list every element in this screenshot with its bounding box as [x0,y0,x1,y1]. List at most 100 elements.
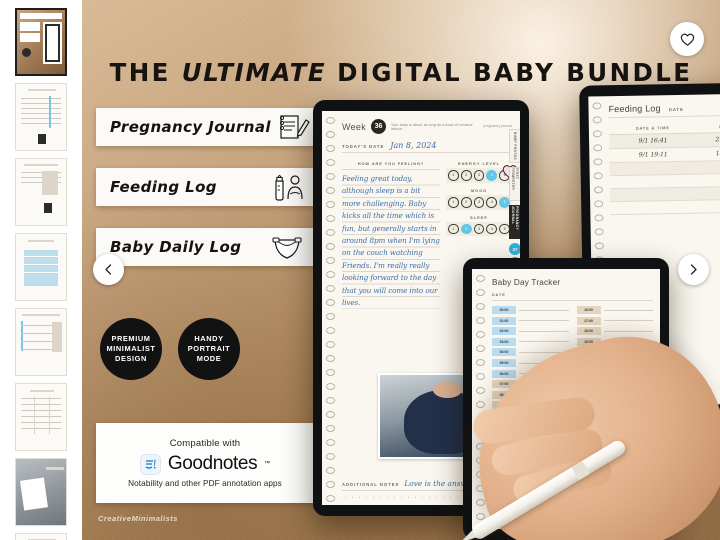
side-tab-bump-photos[interactable]: BUMP PHOTOS [509,129,520,163]
cell-left: 15 min [697,146,720,162]
cell-datetime: 9/1 19:11 [609,147,698,163]
side-tab-label: FIRST TRIMESTER [511,168,519,191]
time-chip: 17:00 [576,316,601,325]
feeding-table: DATE & TIME LEFT 9/1 16:41 21 min 9/1 19… [608,121,720,216]
feature-feeding-log: Feeding Log [96,168,314,206]
rating-option[interactable]: 4 [486,196,498,208]
date-row: TODAY'S DATE Jan 8, 2024 [342,141,512,153]
rating-option[interactable]: 4 [486,223,498,235]
time-row[interactable]: 02:00 [492,327,569,336]
side-tab-pregnancy-journal[interactable]: PREGNANCY JOURNAL [509,205,520,239]
cell-left [697,160,720,175]
cell-left [698,199,720,214]
rating-option[interactable]: 3 [473,170,485,181]
thumbnail-4[interactable] [15,308,67,376]
time-row[interactable]: 16:00 [576,306,653,314]
additional-notes-label: ADDITIONAL NOTES [342,482,400,487]
wishlist-button[interactable] [670,22,704,56]
side-tab-label: BUMP PHOTOS [513,131,517,160]
feature-label: Feeding Log [110,178,217,196]
time-row[interactable]: 03:00 [492,337,569,346]
thumbnail-1[interactable] [15,83,67,151]
goodnotes-logo: Goodnotes ™ [139,453,271,475]
time-row[interactable]: 18:00 [576,327,653,336]
thumbnail-filmstrip[interactable] [0,0,82,540]
feature-baby-daily-log: Baby Daily Log [96,228,314,266]
journal-entry-text[interactable]: Feeling great today, although sleep is a… [342,173,440,310]
date-label: TODAY'S DATE [342,144,385,149]
compatible-with-label: Compatible with [169,438,241,449]
week-note: Your baby is about as long as a head of … [391,122,473,131]
chevron-left-icon [105,264,112,275]
product-gallery: THE ULTIMATE DIGITAL BABY BUNDLE Pregnan… [0,0,720,540]
thumbnail-6[interactable] [15,458,67,526]
time-row[interactable]: 17:00 [576,316,653,325]
date-value[interactable]: Jan 8, 2024 [390,141,436,150]
badge-line: DESIGN [115,354,147,364]
journal-side-tabs[interactable]: BUMP PHOTOS FIRST TRIMESTER PREGNANCY JO… [509,129,520,271]
badge-line: MINIMALIST [106,343,156,353]
previous-image-button[interactable] [93,254,124,285]
badge-line: PORTRAIT [187,343,231,353]
rating-option[interactable]: 3 [473,196,485,208]
thumbnail-7[interactable] [15,533,67,540]
badge-line: MODE [196,354,222,364]
rating-option[interactable]: 2 [460,196,472,208]
time-chip: 16:00 [576,306,601,314]
spiral-rings [326,117,335,502]
time-chip: 05:00 [492,358,516,367]
tracker-date-label: DATE [492,293,653,301]
feeding-date-label: DATE [668,106,684,113]
page-title: THE ULTIMATE DIGITAL BABY BUNDLE [82,58,720,87]
heart-icon [680,33,694,46]
tracker-title: Baby Day Tracker [492,278,561,287]
cell-left: 21 min [696,132,720,148]
rating-option-selected[interactable]: 4 [486,170,498,181]
thumbnail-0[interactable] [15,8,67,76]
badge-line: HANDY [194,333,224,343]
goodnotes-wordmark: Goodnotes [167,453,258,474]
feeding-title-row: Feeding Log DATE [608,101,720,119]
rating-option[interactable]: 1 [448,196,459,208]
headline-emphasis: ULTIMATE [181,58,327,87]
next-image-button[interactable] [678,254,709,285]
week-label: Week [342,121,367,132]
week-number: 36 [371,119,387,134]
shop-watermark: CreativeMinimalists [98,514,178,523]
time-row[interactable]: 01:00 [492,316,569,325]
time-chip: 04:00 [492,348,516,357]
rating-option[interactable]: 1 [448,223,459,235]
badge-handy-portrait-mode: HANDY PORTRAIT MODE [178,318,240,380]
thumbnail-5[interactable] [15,383,67,451]
compatibility-card: Compatible with Goodnotes ™ Notability a… [96,423,314,503]
rating-mood: MOOD 1 2 3 4 5 [446,188,512,210]
rating-option[interactable]: 2 [460,170,472,181]
week-row: Week 36 Your baby is about as long as a … [342,119,512,134]
rating-option[interactable]: 3 [473,223,485,235]
baby-bottle-icon [275,174,303,201]
table-row[interactable] [610,199,720,215]
goodnotes-icon [139,453,161,475]
rating-option-selected[interactable]: 2 [460,223,472,235]
trademark-symbol: ™ [264,461,271,467]
page-number-tab[interactable]: 37 [509,243,520,255]
other-apps-label: Notability and other PDF annotation apps [128,479,282,488]
time-row[interactable]: 00:00 [492,306,569,314]
badge-premium-minimalist-design: PREMIUM MINIMALIST DESIGN [100,318,162,380]
side-tab-label: PREGNANCY JOURNAL [511,206,519,230]
thumbnail-3[interactable] [15,233,67,301]
feature-label: Pregnancy Journal [110,118,271,136]
thumbnail-2[interactable] [15,158,67,226]
rating-sleep: SLEEP 1 2 3 4 5 [446,215,512,237]
notepad-pencil-icon [279,115,310,139]
headline-pre: THE [109,58,182,87]
time-chip: 03:00 [492,337,516,346]
headline-post: DIGITAL BABY BUNDLE [326,58,693,87]
cell-datetime: 9/1 16:41 [608,133,698,149]
feeding-title: Feeding Log [608,103,661,115]
rating-option[interactable]: 1 [448,170,459,181]
column-header-left: LEFT [696,121,720,134]
rating-label: MOOD [470,187,488,193]
side-tab-first-trimester[interactable]: FIRST TRIMESTER [509,167,520,201]
time-chip: 06:00 [492,369,516,378]
